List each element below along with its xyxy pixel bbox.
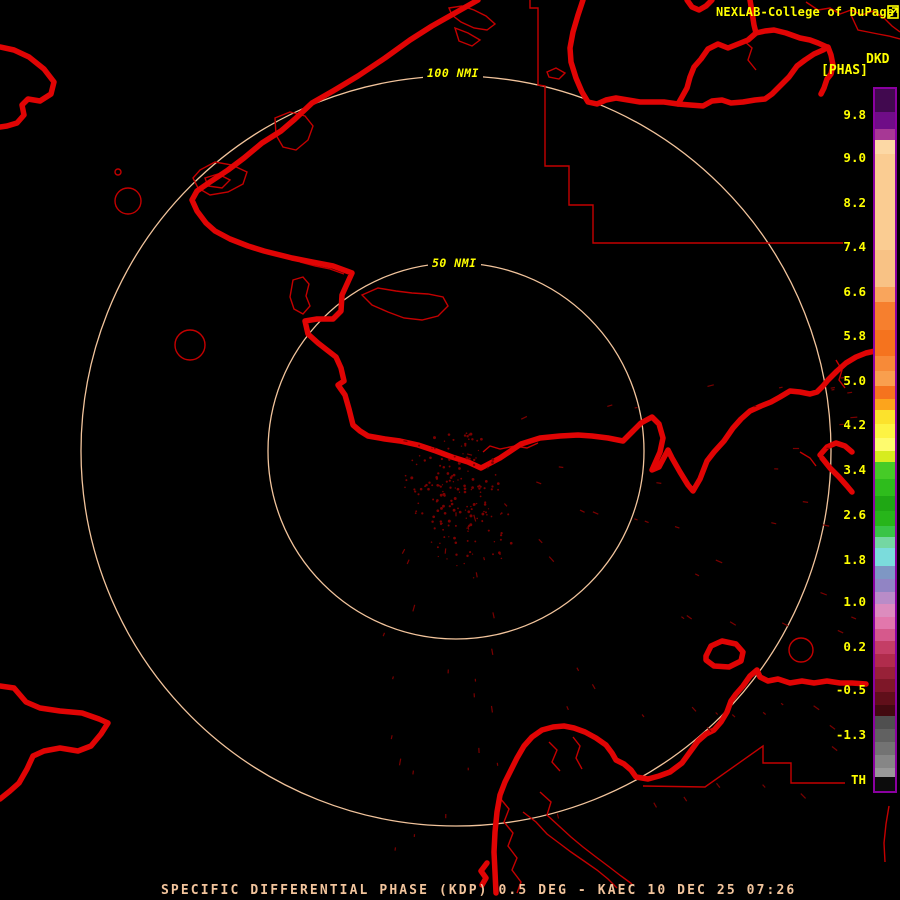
colorbar-segment bbox=[875, 140, 895, 154]
colorbar-segment bbox=[875, 566, 895, 579]
colorbar-segment bbox=[875, 654, 895, 667]
lake-outline-small bbox=[114, 168, 122, 176]
coastline-top-dip bbox=[684, 0, 715, 13]
page-title: NEXLAB-College of DuPage bbox=[716, 5, 895, 19]
radar-map bbox=[0, 0, 900, 896]
colorbar-segment bbox=[875, 641, 895, 654]
coastline-south-lagoon bbox=[491, 667, 869, 896]
range-ring-100nmi-label: 100 NMI bbox=[423, 66, 483, 80]
cod-logo-icon bbox=[887, 4, 899, 23]
colorbar-segment bbox=[875, 112, 895, 129]
colorbar-segment bbox=[875, 371, 895, 386]
colorbar-segment bbox=[875, 526, 895, 537]
colorbar-tick-label: 5.8 bbox=[843, 328, 866, 343]
colorbar-segment bbox=[875, 462, 895, 479]
colorbar-tick-label: 0.2 bbox=[843, 639, 866, 654]
colorbar-tick-label: 3.4 bbox=[843, 462, 866, 477]
coastline-main-west bbox=[189, 0, 883, 494]
colorbar-segment bbox=[875, 692, 895, 705]
lake-outline bbox=[174, 329, 206, 361]
product-caption: SPECIFIC DIFFERENTIAL PHASE (KDP) 0.5 DE… bbox=[161, 883, 797, 898]
product-code-label: DKD bbox=[866, 52, 890, 67]
colorbar-tick-label: TH bbox=[850, 772, 866, 787]
coastline-bay-branch bbox=[675, 30, 759, 107]
units-label: [PHAS] bbox=[821, 63, 868, 78]
colorbar-segment bbox=[875, 705, 895, 716]
colorbar-segment bbox=[875, 424, 895, 438]
colorbar-tick-label: 9.8 bbox=[843, 107, 866, 122]
colorbar-tick-label: 1.8 bbox=[843, 552, 866, 567]
colorbar-segment bbox=[875, 302, 895, 330]
colorbar-segment bbox=[875, 399, 895, 410]
colorbar-tick-label: 4.2 bbox=[843, 417, 866, 432]
colorbar bbox=[873, 87, 897, 793]
colorbar-segment bbox=[875, 579, 895, 592]
colorbar-segment bbox=[875, 386, 895, 399]
colorbar-segment bbox=[875, 592, 895, 604]
colorbar-segment bbox=[875, 496, 895, 511]
coastline-detail-thin bbox=[114, 1, 900, 894]
colorbar-segments bbox=[875, 89, 895, 791]
peninsula-northwest bbox=[0, 44, 57, 130]
colorbar-tick-label: 7.4 bbox=[843, 239, 866, 254]
colorbar-segment bbox=[875, 410, 895, 424]
colorbar-segment bbox=[875, 511, 895, 526]
boundary-line-bottom-right bbox=[883, 805, 890, 863]
colorbar-segment bbox=[875, 629, 895, 641]
radar-echoes bbox=[382, 376, 858, 851]
colorbar-tick-label: -0.5 bbox=[835, 682, 866, 697]
colorbar-tick-label: 8.2 bbox=[843, 195, 866, 210]
inlet-east-upper bbox=[817, 440, 855, 458]
island-southeast bbox=[703, 638, 746, 670]
colorbar-segment bbox=[875, 617, 895, 629]
colorbar-segment bbox=[875, 716, 895, 729]
lake-outline bbox=[788, 637, 814, 663]
colorbar-segment bbox=[875, 330, 895, 356]
colorbar-tick-label: 9.0 bbox=[843, 150, 866, 165]
colorbar-segment bbox=[875, 89, 895, 112]
coastline-south-hook bbox=[478, 860, 490, 888]
radar-display: NEXLAB-College of DuPage DKD [PHAS] 100 … bbox=[0, 0, 900, 900]
colorbar-segment bbox=[875, 438, 895, 451]
colorbar-segment bbox=[875, 250, 895, 287]
colorbar-tick-label: 5.0 bbox=[843, 373, 866, 388]
peninsula-southwest bbox=[0, 683, 111, 802]
colorbar-segment bbox=[875, 777, 895, 791]
colorbar-segment bbox=[875, 356, 895, 371]
lake-outline bbox=[114, 187, 142, 215]
colorbar-segment bbox=[875, 537, 895, 548]
colorbar-segment bbox=[875, 604, 895, 617]
colorbar-segment bbox=[875, 287, 895, 302]
coastlines-thick bbox=[0, 0, 883, 896]
colorbar-tick-label: 1.0 bbox=[843, 594, 866, 609]
colorbar-segment bbox=[875, 742, 895, 755]
colorbar-segment bbox=[875, 667, 895, 679]
range-ring-50nmi-label: 50 NMI bbox=[428, 256, 481, 270]
colorbar-segment bbox=[875, 451, 895, 462]
colorbar-segment bbox=[875, 129, 895, 140]
colorbar-segment bbox=[875, 548, 895, 566]
colorbar-segment bbox=[875, 768, 895, 777]
colorbar-tick-label: -1.3 bbox=[835, 727, 866, 742]
colorbar-segment bbox=[875, 679, 895, 692]
colorbar-segment bbox=[875, 755, 895, 768]
colorbar-tick-label: 6.6 bbox=[843, 284, 866, 299]
colorbar-segment bbox=[875, 729, 895, 742]
colorbar-segment bbox=[875, 479, 895, 496]
colorbar-tick-label: 2.6 bbox=[843, 507, 866, 522]
colorbar-segment bbox=[875, 154, 895, 250]
